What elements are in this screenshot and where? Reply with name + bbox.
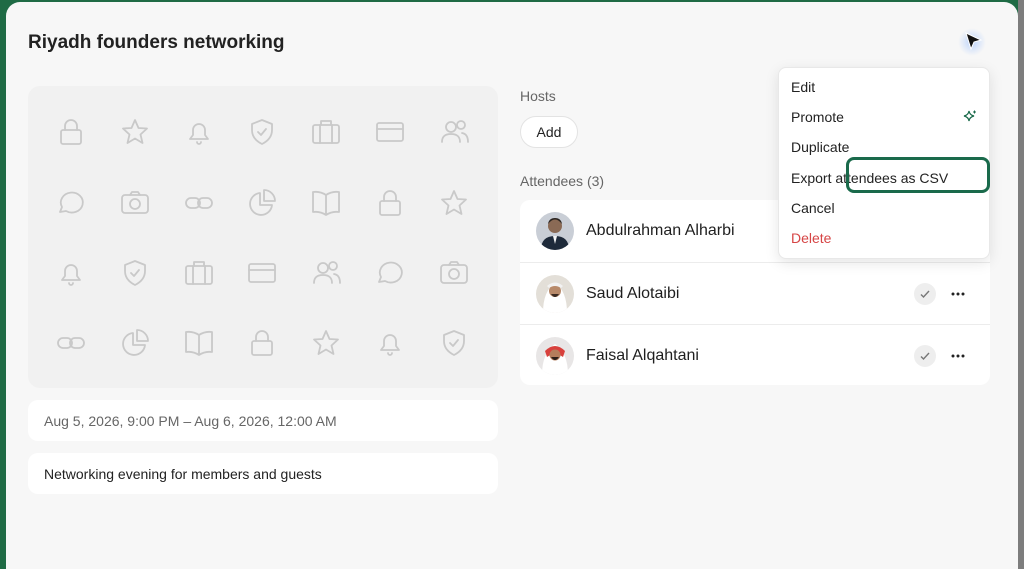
add-host-button[interactable]: Add xyxy=(520,116,578,148)
avatar xyxy=(536,336,574,375)
users-icon xyxy=(313,261,341,284)
shield-icon xyxy=(443,330,465,356)
menu-item-promote[interactable]: Promote xyxy=(779,102,989,132)
menu-item-export-csv[interactable]: Export attendees as CSV xyxy=(779,163,989,193)
lock-icon xyxy=(379,190,401,216)
link-icon xyxy=(185,197,213,209)
menu-item-label: Promote xyxy=(791,109,844,125)
bell-icon xyxy=(189,123,209,145)
scrollbar[interactable] xyxy=(1018,0,1024,569)
hosts-label: Hosts xyxy=(520,88,556,104)
link-icon xyxy=(57,337,85,349)
star-icon xyxy=(313,330,339,355)
avatar xyxy=(536,274,574,313)
menu-item-delete[interactable]: Delete xyxy=(779,223,989,253)
menu-item-cancel[interactable]: Cancel xyxy=(779,193,989,223)
ellipsis-icon xyxy=(951,292,965,295)
event-window: Riyadh founders networking Aug 5, 2026, … xyxy=(6,2,1018,569)
card-icon xyxy=(376,122,404,142)
shield-icon xyxy=(251,119,273,145)
check-in-button[interactable] xyxy=(914,344,936,367)
menu-item-edit[interactable]: Edit xyxy=(779,72,989,102)
icon-pattern xyxy=(57,119,469,356)
star-icon xyxy=(122,119,148,144)
book-icon xyxy=(312,190,340,216)
lock-icon xyxy=(251,330,273,356)
more-options-button[interactable] xyxy=(948,346,968,366)
more-options-button[interactable] xyxy=(948,284,968,304)
attendee-name: Saud Alotaibi xyxy=(586,284,680,302)
bell-icon xyxy=(61,264,81,286)
star-icon xyxy=(441,190,467,215)
page-title: Riyadh founders networking xyxy=(28,32,285,53)
mouse-pointer-icon xyxy=(965,32,983,51)
attendee-row[interactable]: Faisal Alqahtani xyxy=(520,324,990,385)
attendees-label: Attendees (3) xyxy=(520,173,605,189)
pie-icon xyxy=(249,189,276,216)
briefcase-icon xyxy=(312,120,340,144)
pie-icon xyxy=(122,329,149,356)
menu-item-duplicate[interactable]: Duplicate xyxy=(779,132,989,162)
shield-icon xyxy=(124,260,146,286)
camera-icon xyxy=(440,261,468,284)
attendee-row[interactable]: Saud Alotaibi xyxy=(520,262,990,324)
event-actions-menu: Edit Promote Duplicate Export attendees … xyxy=(778,67,990,259)
check-icon xyxy=(920,290,930,298)
briefcase-icon xyxy=(185,261,213,285)
event-cover-placeholder xyxy=(28,86,498,388)
check-in-button[interactable] xyxy=(914,282,936,305)
event-date-range: Aug 5, 2026, 9:00 PM – Aug 6, 2026, 12:0… xyxy=(28,400,498,441)
avatar xyxy=(536,212,574,250)
bell-icon xyxy=(380,334,400,356)
users-icon xyxy=(441,120,469,143)
sparkle-icon xyxy=(963,110,976,122)
ellipsis-icon xyxy=(951,354,965,357)
card-icon xyxy=(248,263,276,283)
chat-icon xyxy=(378,261,403,284)
lock-icon xyxy=(60,119,82,145)
camera-icon xyxy=(121,191,149,214)
attendee-name: Faisal Alqahtani xyxy=(586,346,699,364)
check-icon xyxy=(920,352,930,360)
book-icon xyxy=(185,330,213,356)
chat-icon xyxy=(59,191,84,214)
attendee-name: Abdulrahman Alharbi xyxy=(586,222,735,239)
event-description: Networking evening for members and guest… xyxy=(28,453,498,494)
